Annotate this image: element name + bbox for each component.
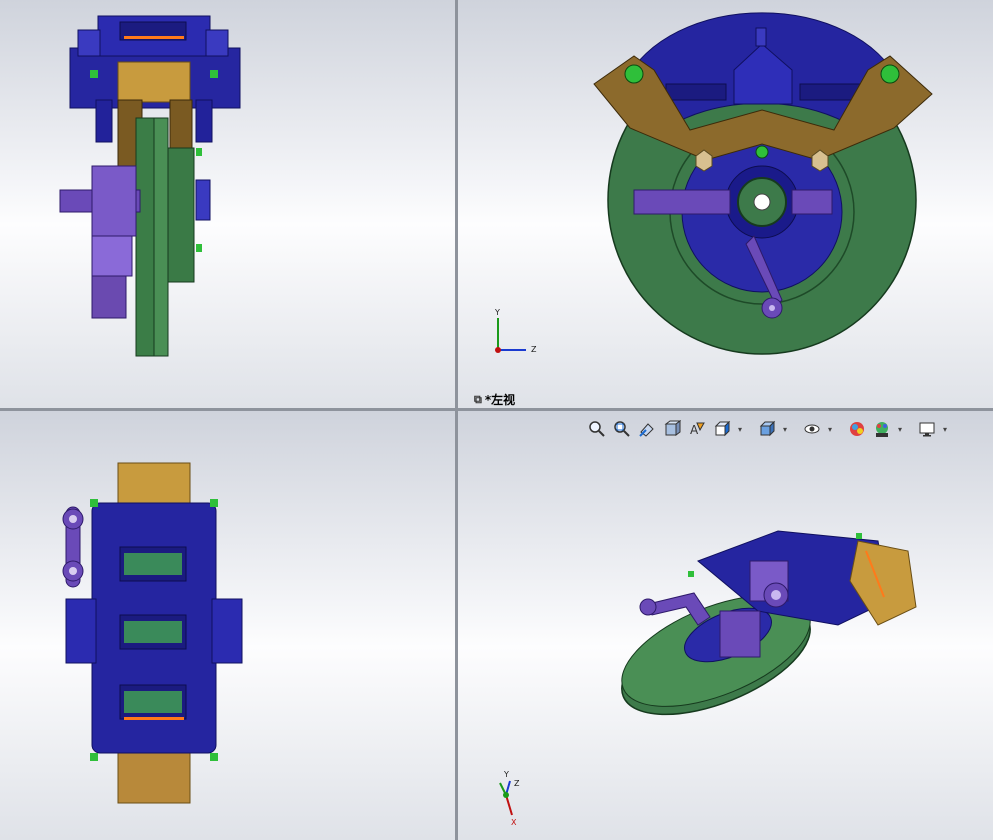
display-style-icon[interactable] <box>756 418 778 440</box>
viewport-splitter-horizontal[interactable] <box>0 408 993 411</box>
apply-scene-icon[interactable] <box>871 418 893 440</box>
previous-view-icon[interactable] <box>636 418 658 440</box>
viewport-bottom-left[interactable] <box>0 411 455 840</box>
section-view-icon[interactable] <box>661 418 683 440</box>
view-orientation-icon[interactable] <box>711 418 733 440</box>
apply-scene-dropdown[interactable]: ▾ <box>896 425 904 434</box>
dynamic-annotation-icon[interactable]: A <box>686 418 708 440</box>
link-icon: ⧉ <box>474 392 482 406</box>
triad-z-label-iso: Z <box>514 779 520 788</box>
model-isometric-view: Z Y X <box>499 530 917 827</box>
model-front-view: Y Z <box>494 12 933 355</box>
hide-show-items-icon[interactable] <box>801 418 823 440</box>
zoom-to-area-icon[interactable] <box>611 418 633 440</box>
view-settings-dropdown[interactable]: ▾ <box>941 425 949 434</box>
edit-appearance-icon[interactable] <box>846 418 868 440</box>
model-side-view <box>59 15 241 357</box>
viewport-top-left[interactable] <box>0 0 455 408</box>
model-top-view <box>62 462 243 804</box>
triad-z-label: Z <box>531 345 537 354</box>
triad-y-label-iso: Y <box>503 770 509 779</box>
display-style-dropdown[interactable]: ▾ <box>781 425 789 434</box>
view-settings-icon[interactable] <box>916 418 938 440</box>
view-name: *左视 <box>484 393 516 407</box>
viewport-top-right[interactable]: Y Z <box>458 0 993 408</box>
triad-x-label-iso: X <box>511 818 517 827</box>
heads-up-view-toolbar: A ▾ ▾ ▾ ▾ ▾ <box>586 418 949 440</box>
triad-y-label: Y <box>494 308 500 317</box>
view-orientation-dropdown[interactable]: ▾ <box>736 425 744 434</box>
viewport-bottom-right[interactable]: Z Y X <box>458 411 993 840</box>
hide-show-items-dropdown[interactable]: ▾ <box>826 425 834 434</box>
zoom-to-fit-icon[interactable] <box>586 418 608 440</box>
viewport-splitter-vertical[interactable] <box>455 0 458 840</box>
active-view-label: ⧉ *左视 <box>474 391 515 408</box>
